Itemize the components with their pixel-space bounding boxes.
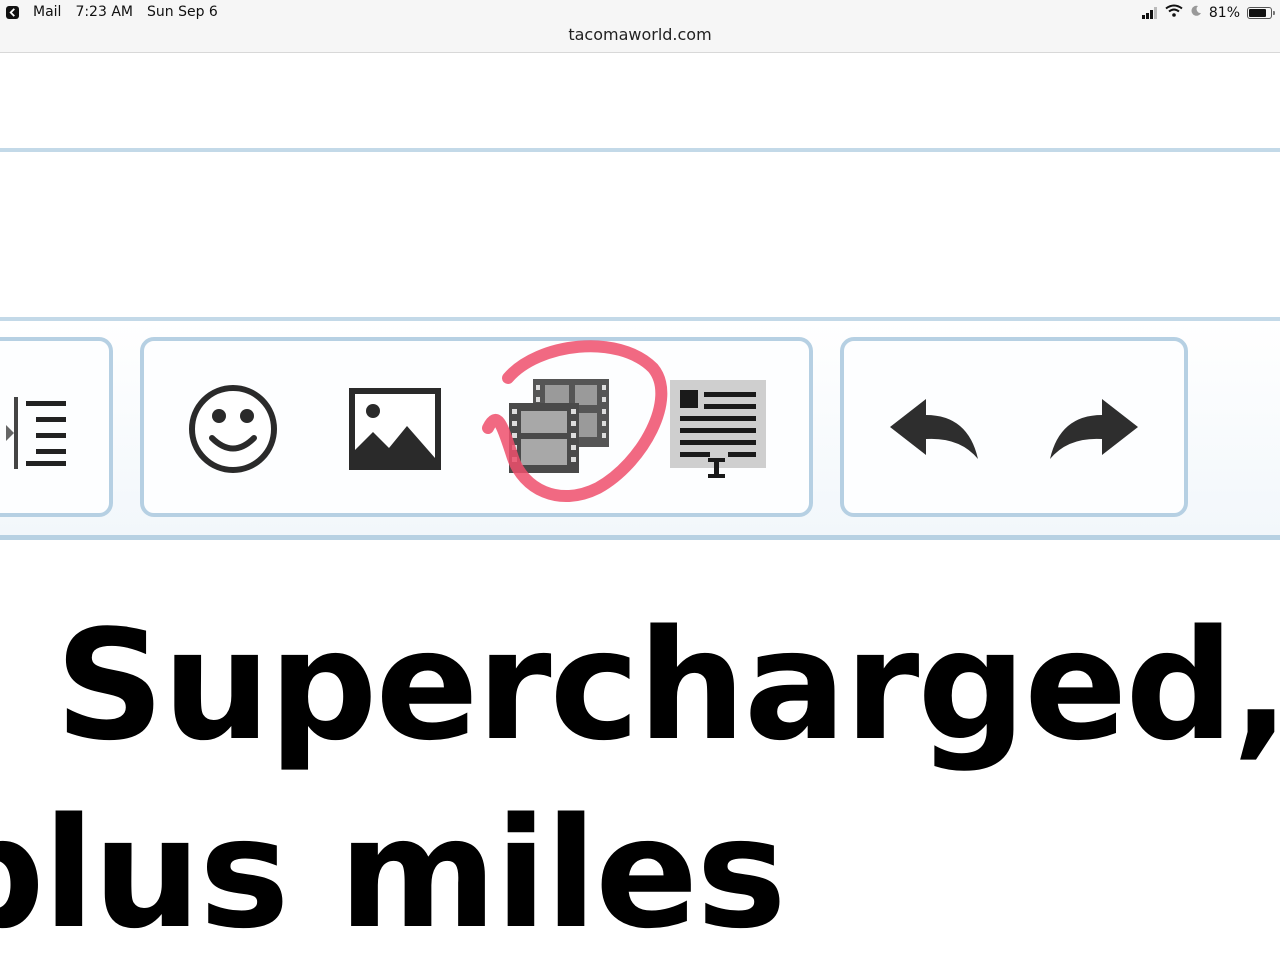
undo-button[interactable] — [888, 395, 982, 465]
battery-icon — [1247, 6, 1275, 19]
moon-icon — [1190, 5, 1202, 21]
indent-icon — [6, 395, 68, 471]
wifi-icon — [1165, 4, 1183, 21]
template-button[interactable] — [668, 378, 768, 480]
insert-media-button[interactable] — [505, 377, 611, 475]
back-icon[interactable] — [6, 5, 19, 19]
battery-percent: 81% — [1208, 4, 1240, 21]
editor-textarea[interactable] — [0, 152, 1280, 317]
status-left: Mail 7:23 AM Sun Sep 6 — [6, 4, 232, 20]
smiley-button[interactable] — [186, 383, 280, 475]
status-date: Sun Sep 6 — [146, 4, 218, 20]
redo-button[interactable] — [1046, 395, 1140, 465]
cellular-signal-icon — [1141, 6, 1158, 19]
media-icon — [505, 377, 611, 475]
redo-icon — [1046, 395, 1140, 465]
status-right: 81% — [1135, 4, 1275, 21]
template-icon — [668, 378, 768, 480]
smiley-icon — [186, 383, 280, 475]
editor-border-bottom — [0, 535, 1280, 540]
indent-button[interactable] — [6, 395, 68, 471]
url-bar[interactable]: tacomaworld.com — [0, 25, 1280, 44]
back-app-label[interactable]: Mail — [33, 4, 61, 20]
post-title-line-2: plus miles — [0, 785, 787, 960]
page: Mail 7:23 AM Sun Sep 6 81% tacomaworld.c… — [0, 0, 1280, 960]
insert-image-button[interactable] — [349, 388, 441, 470]
status-bar: Mail 7:23 AM Sun Sep 6 81% tacomaworld.c… — [0, 0, 1280, 53]
image-icon — [349, 388, 441, 470]
undo-icon — [888, 395, 982, 465]
status-time: 7:23 AM — [75, 4, 133, 20]
post-title-line-1: Supercharged, M — [55, 610, 1280, 774]
post-title: Supercharged, M plus miles — [0, 610, 1280, 960]
